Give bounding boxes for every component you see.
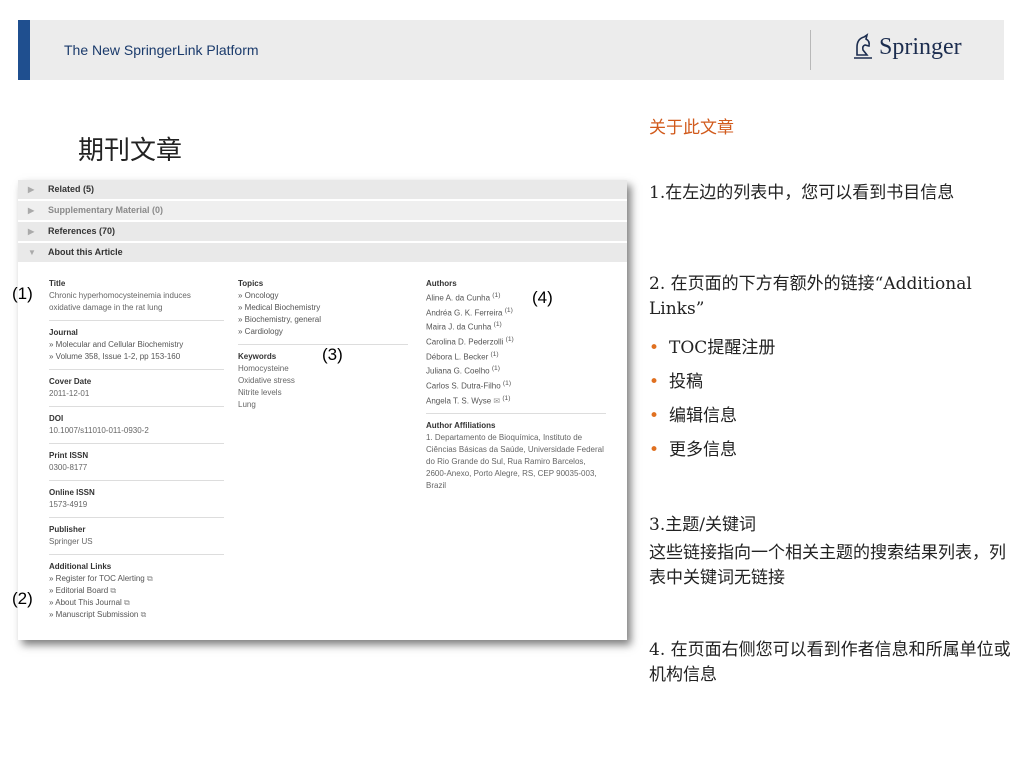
external-link-icon: ⧉ [146, 574, 153, 583]
author-link[interactable]: Juliana G. Coelho (1) [426, 363, 606, 378]
callout-3: (3) [322, 345, 343, 364]
callout-1: (1) [12, 284, 33, 303]
bullet-icon: • [649, 372, 660, 392]
email-icon[interactable]: ✉ [493, 396, 500, 405]
bullet-item: • 更多信息 [649, 440, 738, 460]
volume-link[interactable]: » Volume 358, Issue 1-2, pp 153-160 [49, 351, 224, 363]
article-screenshot: ▶ Related (5) ▶ Supplementary Material (… [18, 180, 627, 640]
accordion-label: References (70) [48, 226, 116, 236]
slide-header: The New SpringerLink Platform Springer [18, 20, 1004, 80]
springer-logo-text: Springer [879, 33, 962, 60]
authors-section: Authors Aline A. da Cunha (1) Andréa G. … [426, 278, 606, 415]
cover-date-label: Cover Date [49, 377, 92, 386]
affiliation-text: 1. Departamento de Bioquímica, Instituto… [426, 433, 604, 491]
explanation-title: 关于此文章 [649, 118, 734, 138]
collapsed-arrow-icon: ▶ [28, 227, 35, 236]
accordion-about[interactable]: ▼ About this Article [18, 243, 627, 264]
bullet-item: • 编辑信息 [649, 406, 738, 426]
expanded-arrow-icon: ▼ [28, 248, 36, 257]
doi-section: DOI 10.1007/s11010-011-0930-2 [49, 413, 224, 444]
keyword: Lung [238, 400, 256, 409]
additional-links-section: Additional Links » Register for TOC Aler… [49, 561, 224, 621]
page-title: 期刊文章 [78, 136, 183, 166]
collapsed-arrow-icon: ▶ [28, 185, 35, 194]
header-divider [810, 30, 811, 70]
author-link[interactable]: Carlos S. Dutra-Filho (1) [426, 378, 606, 393]
header-title: The New SpringerLink Platform [64, 42, 259, 58]
online-issn-value: 1573-4919 [49, 500, 88, 509]
affiliations-label: Author Affiliations [426, 421, 496, 431]
affiliations-section: Author Affiliations 1. Departamento de B… [426, 420, 606, 492]
author-link[interactable]: Angela T. S. Wyse ✉ (1) [426, 393, 606, 408]
author-link[interactable]: Maira J. da Cunha (1) [426, 319, 606, 334]
publisher-label: Publisher [49, 525, 86, 534]
print-issn-value: 0300-8177 [49, 463, 88, 472]
accordion-related[interactable]: ▶ Related (5) [18, 180, 627, 201]
author-link[interactable]: Débora L. Becker (1) [426, 349, 606, 364]
topic-link[interactable]: » Biochemistry, general [238, 314, 408, 326]
title-label: Title [49, 279, 66, 288]
external-link-icon: ⧉ [110, 586, 117, 595]
cover-date-section: Cover Date 2011-12-01 [49, 376, 224, 407]
additional-links-label: Additional Links [49, 562, 112, 571]
authors-column: Authors Aline A. da Cunha (1) Andréa G. … [426, 278, 606, 492]
online-issn-label: Online ISSN [49, 488, 95, 497]
editorial-board-link[interactable]: » Editorial Board ⧉ [49, 585, 224, 597]
topic-link[interactable]: » Cardiology [238, 326, 408, 338]
callout-4: (4) [532, 288, 553, 307]
toc-alerting-link[interactable]: » Register for TOC Alerting ⧉ [49, 573, 224, 585]
collapsed-arrow-icon: ▶ [28, 206, 35, 215]
print-issn-section: Print ISSN 0300-8177 [49, 450, 224, 481]
title-section: Title Chronic hyperhomocysteinemia induc… [49, 278, 224, 321]
publisher-section: Publisher Springer US [49, 524, 224, 555]
author-link[interactable]: Aline A. da Cunha (1) [426, 290, 606, 305]
journal-link[interactable]: » Molecular and Cellular Biochemistry [49, 339, 224, 351]
manuscript-submission-link[interactable]: » Manuscript Submission ⧉ [49, 609, 224, 621]
about-journal-link[interactable]: » About This Journal ⧉ [49, 597, 224, 609]
topic-link[interactable]: » Medical Biochemistry [238, 302, 408, 314]
topic-link[interactable]: » Oncology [238, 290, 408, 302]
keyword: Oxidative stress [238, 376, 295, 385]
journal-label: Journal [49, 328, 78, 337]
keyword: Nitrite levels [238, 388, 282, 397]
bullet-icon: • [649, 440, 660, 460]
doi-label: DOI [49, 414, 64, 423]
topics-label: Topics [238, 279, 264, 288]
bullet-item: • TOC提醒注册 [649, 338, 776, 358]
additional-links-bullets: • TOC提醒注册 • 投稿 • 编辑信息 • 更多信息 [649, 331, 1017, 467]
accordion-references[interactable]: ▶ References (70) [18, 222, 627, 243]
header-accent-bar [18, 20, 30, 80]
bullet-item: • 投稿 [649, 372, 704, 392]
title-value: Chronic hyperhomocysteinemia induces oxi… [49, 291, 191, 312]
author-link[interactable]: Andréa G. K. Ferreira (1) [426, 305, 606, 320]
journal-section: Journal » Molecular and Cellular Biochem… [49, 327, 224, 370]
accordion-supplementary[interactable]: ▶ Supplementary Material (0) [18, 201, 627, 222]
print-issn-label: Print ISSN [49, 451, 89, 460]
springer-horse-icon [854, 33, 872, 59]
topics-section: Topics » Oncology » Medical Biochemistry… [238, 278, 408, 345]
bibliographic-column: Title Chronic hyperhomocysteinemia induc… [49, 278, 224, 621]
authors-label: Authors [426, 279, 457, 288]
callout-2: (2) [12, 589, 33, 608]
explanation-item-3-body: 这些链接指向一个相关主题的搜索结果列表，列表中关键词无链接 [649, 543, 1006, 588]
accordion-label: Supplementary Material (0) [48, 205, 164, 215]
explanation-item-1: 1.在左边的列表中，您可以看到书目信息 [649, 183, 955, 203]
external-link-icon: ⧉ [140, 610, 147, 619]
accordion-label: About this Article [48, 247, 123, 257]
bullet-icon: • [649, 406, 660, 426]
accordion-label: Related (5) [48, 184, 95, 194]
cover-date-value: 2011-12-01 [49, 389, 90, 398]
bullet-icon: • [649, 338, 660, 358]
doi-value: 10.1007/s11010-011-0930-2 [49, 426, 149, 435]
online-issn-section: Online ISSN 1573-4919 [49, 487, 224, 518]
explanation-item-4: 4. 在页面右侧您可以看到作者信息和所属单位或机构信息 [649, 640, 1011, 685]
springer-logo: Springer [851, 33, 962, 61]
author-link[interactable]: Carolina D. Pederzolli (1) [426, 334, 606, 349]
external-link-icon: ⧉ [124, 598, 130, 607]
publisher-value: Springer US [49, 537, 93, 546]
explanation-item-2: 2. 在页面的下方有额外的链接“Additional Links” [649, 274, 972, 319]
explanation-item-3-title: 3.主题/关键词 [649, 515, 756, 535]
